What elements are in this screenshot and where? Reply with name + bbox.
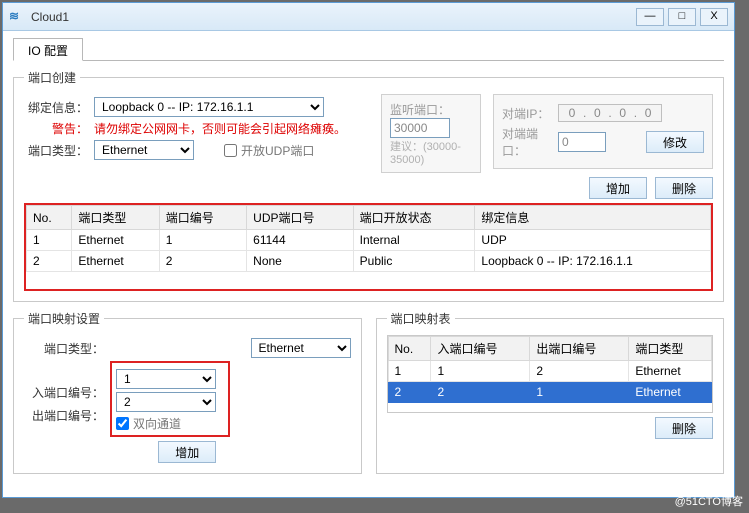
titlebar: ≋ Cloud1 — □ X — [3, 3, 734, 31]
col-no: No. — [27, 206, 72, 230]
window-title: Cloud1 — [31, 10, 632, 24]
out-port-label: 出端口编号： — [24, 407, 104, 424]
map-table-group: 端口映射表 No. 入端口编号 出端口编号 端口类型 112Ethernet — [376, 310, 725, 474]
maximize-button[interactable]: □ — [668, 8, 696, 26]
window: ≋ Cloud1 — □ X IO 配置 端口创建 绑定信息： Loopback… — [2, 2, 735, 498]
out-port-select[interactable]: 2 — [116, 392, 216, 412]
delete-map-button[interactable]: 删除 — [655, 417, 713, 439]
close-button[interactable]: X — [700, 8, 728, 26]
port-create-legend: 端口创建 — [24, 69, 80, 86]
peer-group: 对端IP： 0.0.0.0 对端端口： 修改 — [493, 94, 713, 169]
peer-ip-input[interactable]: 0.0.0.0 — [558, 104, 662, 122]
in-port-label: 入端口编号： — [24, 384, 104, 401]
listen-group: 监听端口： 建议：(30000-35000) — [381, 94, 481, 173]
open-udp-checkbox[interactable]: 开放UDP端口 — [224, 142, 314, 159]
minimize-button[interactable]: — — [636, 8, 664, 26]
mcol-in: 入端口编号 — [431, 337, 530, 361]
port-table[interactable]: No. 端口类型 端口编号 UDP端口号 端口开放状态 绑定信息 1Ethern… — [26, 205, 711, 272]
warn-label: 警告： — [24, 120, 88, 137]
table-row[interactable]: 1Ethernet161144InternalUDP — [27, 230, 711, 251]
col-open: 端口开放状态 — [353, 206, 475, 230]
port-type-select[interactable]: Ethernet — [94, 140, 194, 160]
table-row[interactable]: 221Ethernet — [388, 382, 712, 403]
tab-io-config[interactable]: IO 配置 — [13, 38, 83, 61]
modify-button[interactable]: 修改 — [646, 131, 704, 153]
col-bind: 绑定信息 — [475, 206, 711, 230]
port-type-label: 端口类型： — [24, 142, 88, 159]
map-table[interactable]: No. 入端口编号 出端口编号 端口类型 112Ethernet 221Ethe… — [388, 336, 713, 403]
mcol-no: No. — [388, 337, 431, 361]
col-ptype: 端口类型 — [72, 206, 159, 230]
listen-port-input[interactable] — [390, 118, 450, 138]
peer-port-label: 对端端口： — [502, 125, 558, 159]
mcol-out: 出端口编号 — [530, 337, 629, 361]
bidir-input[interactable] — [116, 417, 129, 430]
bidir-checkbox[interactable]: 双向通道 — [116, 415, 224, 432]
table-row[interactable]: 2Ethernet2NonePublicLoopback 0 -- IP: 17… — [27, 251, 711, 272]
add-map-button[interactable]: 增加 — [158, 441, 216, 463]
app-icon: ≋ — [9, 9, 25, 25]
map-settings-legend: 端口映射设置 — [24, 310, 104, 327]
listen-label: 监听端口： — [390, 101, 472, 118]
warn-text: 请勿绑定公网网卡，否则可能会引起网络瘫痪。 — [94, 120, 346, 137]
col-pno: 端口编号 — [159, 206, 246, 230]
map-table-legend: 端口映射表 — [387, 310, 455, 327]
open-udp-input[interactable] — [224, 144, 237, 157]
port-table-highlight: No. 端口类型 端口编号 UDP端口号 端口开放状态 绑定信息 1Ethern… — [24, 203, 713, 291]
map-type-label: 端口类型： — [24, 340, 104, 357]
table-row[interactable]: 112Ethernet — [388, 361, 712, 382]
bind-info-select[interactable]: Loopback 0 -- IP: 172.16.1.1 — [94, 97, 324, 117]
map-inputs-highlight: 1 2 双向通道 — [110, 361, 230, 437]
bind-info-label: 绑定信息： — [24, 99, 88, 116]
watermark: @51CTO博客 — [675, 493, 743, 509]
map-type-select[interactable]: Ethernet — [251, 338, 351, 358]
col-udp: UDP端口号 — [247, 206, 353, 230]
peer-port-input[interactable] — [558, 132, 606, 152]
add-port-button[interactable]: 增加 — [589, 177, 647, 199]
peer-ip-label: 对端IP： — [502, 105, 558, 122]
tab-bar: IO 配置 — [13, 37, 724, 61]
delete-port-button[interactable]: 删除 — [655, 177, 713, 199]
port-create-group: 端口创建 绑定信息： Loopback 0 -- IP: 172.16.1.1 … — [13, 69, 724, 302]
mcol-ptype: 端口类型 — [629, 337, 712, 361]
map-settings-group: 端口映射设置 端口类型： Ethernet 1 2 — [13, 310, 362, 474]
in-port-select[interactable]: 1 — [116, 369, 216, 389]
listen-hint: 建议：(30000-35000) — [390, 138, 472, 166]
